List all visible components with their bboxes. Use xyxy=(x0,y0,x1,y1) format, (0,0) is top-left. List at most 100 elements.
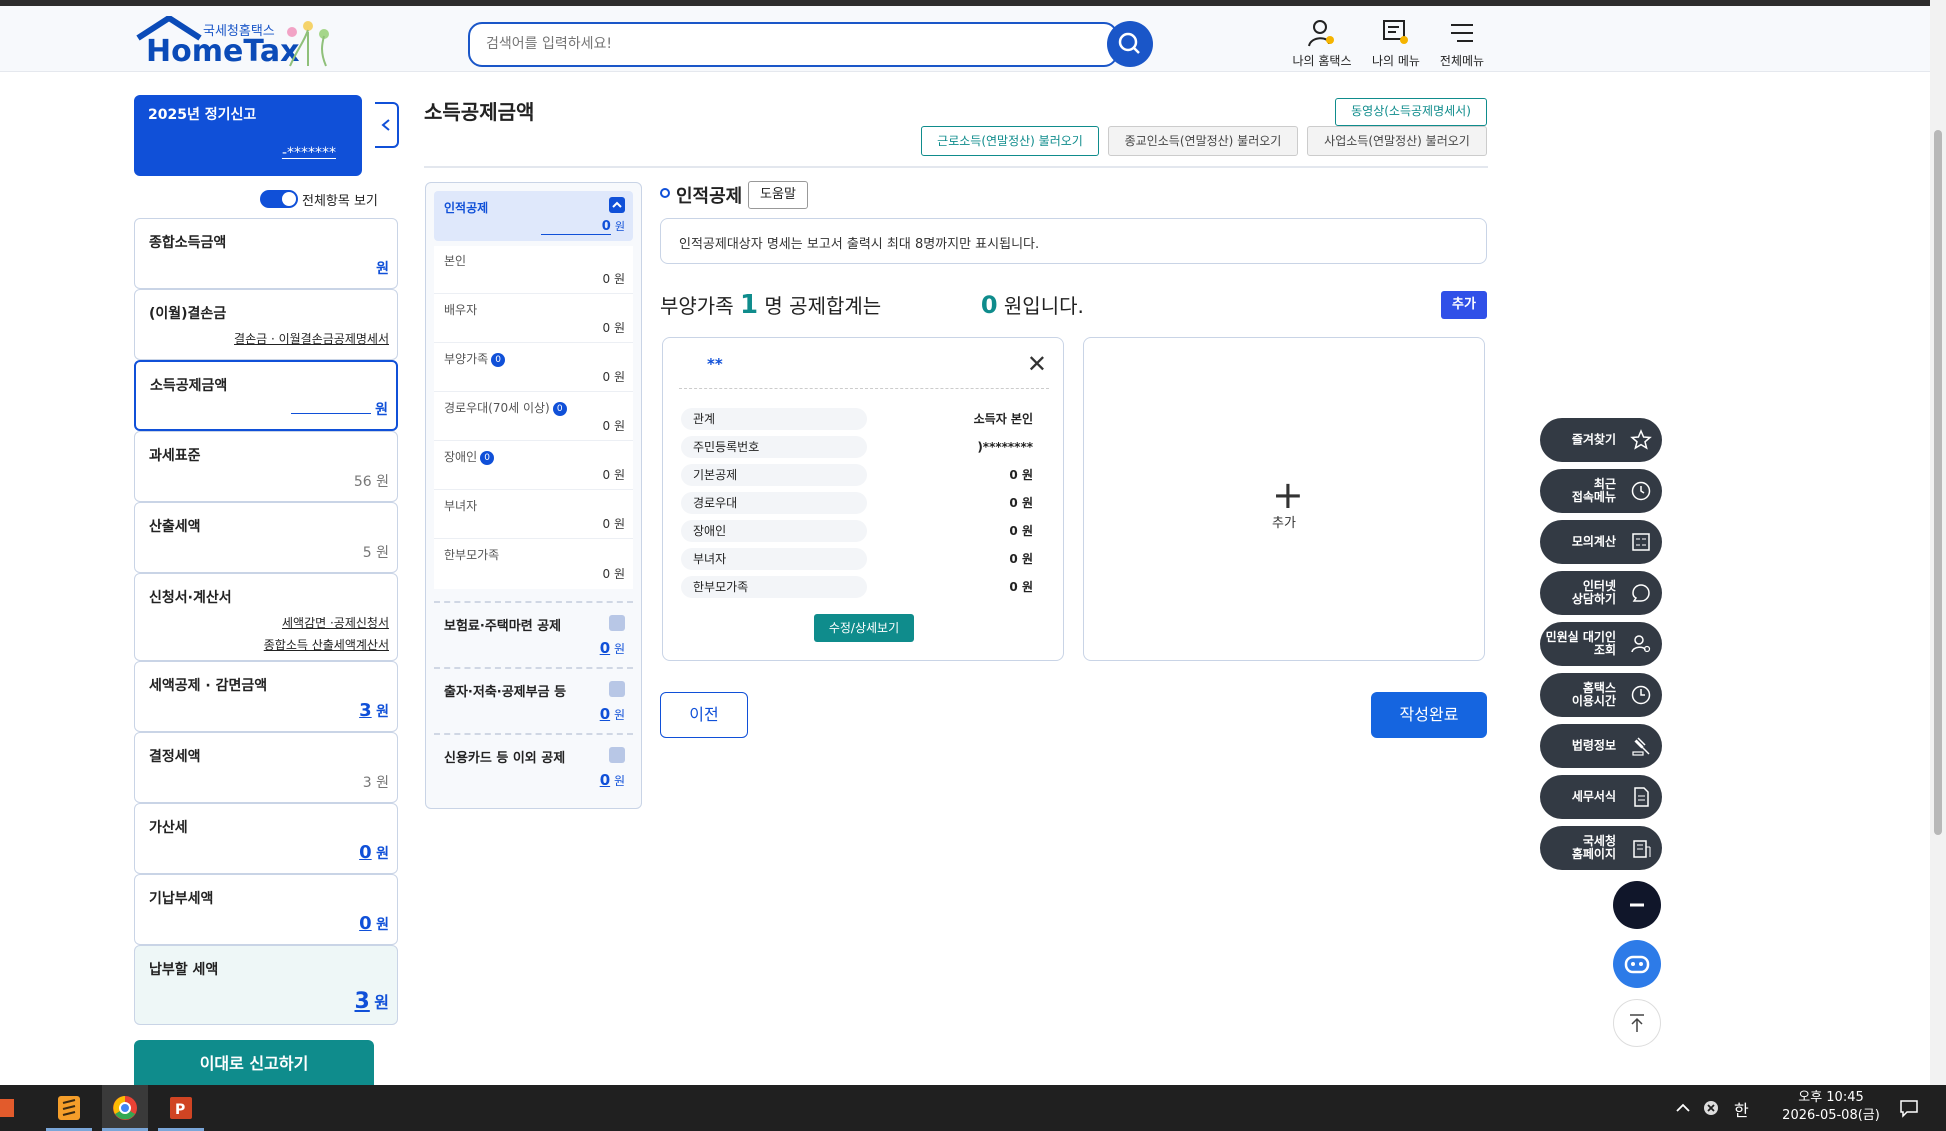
list-item[interactable]: 한부모가족 0 원 xyxy=(434,540,633,588)
won-unit: 원 xyxy=(613,370,625,384)
collapse-quick-menu-button[interactable] xyxy=(1613,881,1661,929)
sidebar-item-value: 원 xyxy=(376,258,389,278)
mock-calculation-button[interactable]: 모의계산 xyxy=(1540,520,1662,564)
sidebar-item-determined-tax[interactable]: 결정세액 3 원 xyxy=(134,732,398,803)
sidebar-item-label: 과세표준 xyxy=(149,448,201,464)
taskbar-app-chrome[interactable] xyxy=(102,1085,148,1131)
list-item[interactable]: 배우자 0 원 xyxy=(434,295,633,343)
row-value: 소득자 본인 xyxy=(973,412,1033,426)
sidebar-item-additional-tax[interactable]: 가산세 0 원 xyxy=(134,803,398,874)
sidebar-item-tax-credit[interactable]: 세액공제 · 감면금액 3 원 xyxy=(134,661,398,732)
sidebar-item-prepaid-tax[interactable]: 기납부세액 0 원 xyxy=(134,874,398,945)
toggle-knob xyxy=(282,192,296,206)
sidebar-item-total-income[interactable]: 종합소득금액 원 xyxy=(134,218,398,289)
add-dependent-button[interactable]: 추가 xyxy=(1441,291,1487,319)
ime-indicator[interactable]: 한 xyxy=(1734,1097,1749,1121)
won-unit: 원 xyxy=(376,917,389,933)
sidebar-item-carryover-loss[interactable]: (이월)결손금 결손금 · 이월결손금공제명세서 xyxy=(134,289,398,360)
previous-button[interactable]: 이전 xyxy=(660,692,748,738)
complete-button[interactable]: 작성완료 xyxy=(1371,692,1487,738)
list-item[interactable]: 본인 0 원 xyxy=(434,246,633,294)
row-value: 0 원 xyxy=(1009,524,1033,538)
load-religious-income-button[interactable]: 종교인소득(연말정산) 불러오기 xyxy=(1108,126,1298,156)
sidebar-item-label: 가산세 xyxy=(149,820,188,836)
sidebar-item-label: 종합소득금액 xyxy=(149,235,227,251)
chevron-up-icon[interactable] xyxy=(1674,1099,1692,1117)
credit-card-section[interactable]: 신용카드 등 이외 공제 0 원 xyxy=(434,733,633,795)
amount: 0 xyxy=(602,468,611,482)
close-icon[interactable]: ✕ xyxy=(1027,350,1047,378)
my-menu-button[interactable]: 나의 메뉴 xyxy=(1364,18,1428,69)
search-input[interactable] xyxy=(486,24,1046,64)
taskbar-app-office[interactable] xyxy=(0,1085,46,1131)
video-guide-button[interactable]: 동영상(소득공제명세서) xyxy=(1335,98,1487,126)
load-business-income-button[interactable]: 사업소득(연말정산) 불러오기 xyxy=(1307,126,1487,156)
insurance-housing-section[interactable]: 보험료·주택마련 공제 0 원 xyxy=(434,601,633,663)
tax-forms-button[interactable]: 세무서식 xyxy=(1540,775,1662,819)
item-label-wrap: 경로우대(70세 이상) 0 xyxy=(444,399,567,416)
item-value: 0 원 xyxy=(602,515,625,532)
list-item[interactable]: 장애인 0 0 원 xyxy=(434,442,633,490)
item-value: 0 원 xyxy=(602,565,625,582)
chevron-down-icon xyxy=(609,681,625,697)
amount: 0 xyxy=(602,321,611,335)
row-key: 경로우대 xyxy=(681,492,867,514)
row-key: 기본공제 xyxy=(681,464,867,486)
tax-calculation-form-link[interactable]: 종합소득 산출세액계산서 xyxy=(264,636,389,653)
quick-menu-label: 법령정보 xyxy=(1571,738,1616,753)
table-row: 주민등록번호)******** xyxy=(681,436,1043,458)
amount: 5 xyxy=(362,545,372,561)
load-earned-income-button[interactable]: 근로소득(연말정산) 불러오기 xyxy=(921,126,1099,156)
minus-icon xyxy=(1630,903,1644,907)
online-consult-button[interactable]: 인터넷 상담하기 xyxy=(1540,571,1662,615)
sidebar-item-value: 0 원 xyxy=(359,913,389,934)
sidebar-collapse-button[interactable] xyxy=(375,102,399,148)
row-key: 장애인 xyxy=(681,520,867,542)
nts-homepage-button[interactable]: 국세청 홈페이지 xyxy=(1540,826,1662,870)
scroll-top-button[interactable] xyxy=(1613,999,1661,1047)
table-row: 부녀자 0 원 xyxy=(681,548,1043,570)
taskbar-app-sublime[interactable] xyxy=(46,1085,92,1131)
add-dependent-card[interactable]: + 추가 xyxy=(1083,337,1485,661)
amount: 3 xyxy=(354,989,370,1014)
service-hours-button[interactable]: 홈택스 이용시간 xyxy=(1540,673,1662,717)
notification-icon[interactable] xyxy=(1898,1097,1920,1119)
sidebar-item-payable-tax[interactable]: 납부할 세액 3 원 xyxy=(134,945,398,1025)
submit-report-button[interactable]: 이대로 신고하기 xyxy=(134,1040,374,1088)
help-button[interactable]: 도움말 xyxy=(748,181,808,209)
scrollbar-thumb[interactable] xyxy=(1934,130,1942,835)
all-menu-label: 전체메뉴 xyxy=(1439,54,1485,68)
amount: 0 xyxy=(599,705,611,723)
network-disconnected-icon[interactable] xyxy=(1702,1099,1720,1117)
chatbot-button[interactable] xyxy=(1613,940,1661,988)
item-label: 한부모가족 xyxy=(444,548,500,562)
investment-savings-section[interactable]: 출자·저축·공제부금 등 0 원 xyxy=(434,667,633,729)
recent-menu-button[interactable]: 최근 접속메뉴 xyxy=(1540,469,1662,513)
list-item[interactable]: 부녀자 0 원 xyxy=(434,491,633,539)
tax-reduction-form-link[interactable]: 세액감면 ·공제신청서 xyxy=(282,614,389,631)
sidebar-item-calculated-tax[interactable]: 산출세액 5 원 xyxy=(134,502,398,573)
personal-deduction-list: 본인 0 원 배우자 0 원 부양가족 0 0 원 경로우대(70세 이상) 0 0 원 장… xyxy=(434,246,633,589)
won-unit: 원 xyxy=(613,642,625,656)
taskbar-clock[interactable]: 오후 10:45 2026-05-08(금) xyxy=(1776,1089,1886,1125)
search-button[interactable] xyxy=(1107,21,1153,67)
carryover-loss-statement-link[interactable]: 결손금 · 이월결손금공제명세서 xyxy=(234,330,389,347)
sidebar-item-tax-base[interactable]: 과세표준 56 원 xyxy=(134,431,398,502)
list-item[interactable]: 경로우대(70세 이상) 0 0 원 xyxy=(434,393,633,441)
all-menu-button[interactable]: 전체메뉴 xyxy=(1430,18,1494,69)
favorites-button[interactable]: 즐겨찾기 xyxy=(1540,418,1662,462)
law-info-button[interactable]: 법령정보 xyxy=(1540,724,1662,768)
show-all-toggle[interactable] xyxy=(260,190,298,208)
my-hometax-button[interactable]: 나의 홈택스 xyxy=(1290,18,1354,69)
taskbar: P 한 xyxy=(0,1085,1946,1131)
waiting-lookup-button[interactable]: 민원실 대기인 조회 xyxy=(1540,622,1662,666)
taskbar-app-powerpoint[interactable]: P xyxy=(158,1085,204,1131)
personal-deduction-header[interactable]: 인적공제 0 원 xyxy=(434,191,633,241)
list-item[interactable]: 부양가족 0 0 원 xyxy=(434,344,633,392)
edit-detail-button[interactable]: 수정/상세보기 xyxy=(814,614,914,642)
time-icon xyxy=(1631,685,1651,705)
sidebar-item-income-deduction[interactable]: 소득공제금액 원 xyxy=(134,360,398,431)
sidebar-item-label: 납부할 세액 xyxy=(149,962,219,978)
won-unit: 원 xyxy=(376,261,389,277)
clock-date: 2026-05-08(금) xyxy=(1782,1108,1880,1123)
